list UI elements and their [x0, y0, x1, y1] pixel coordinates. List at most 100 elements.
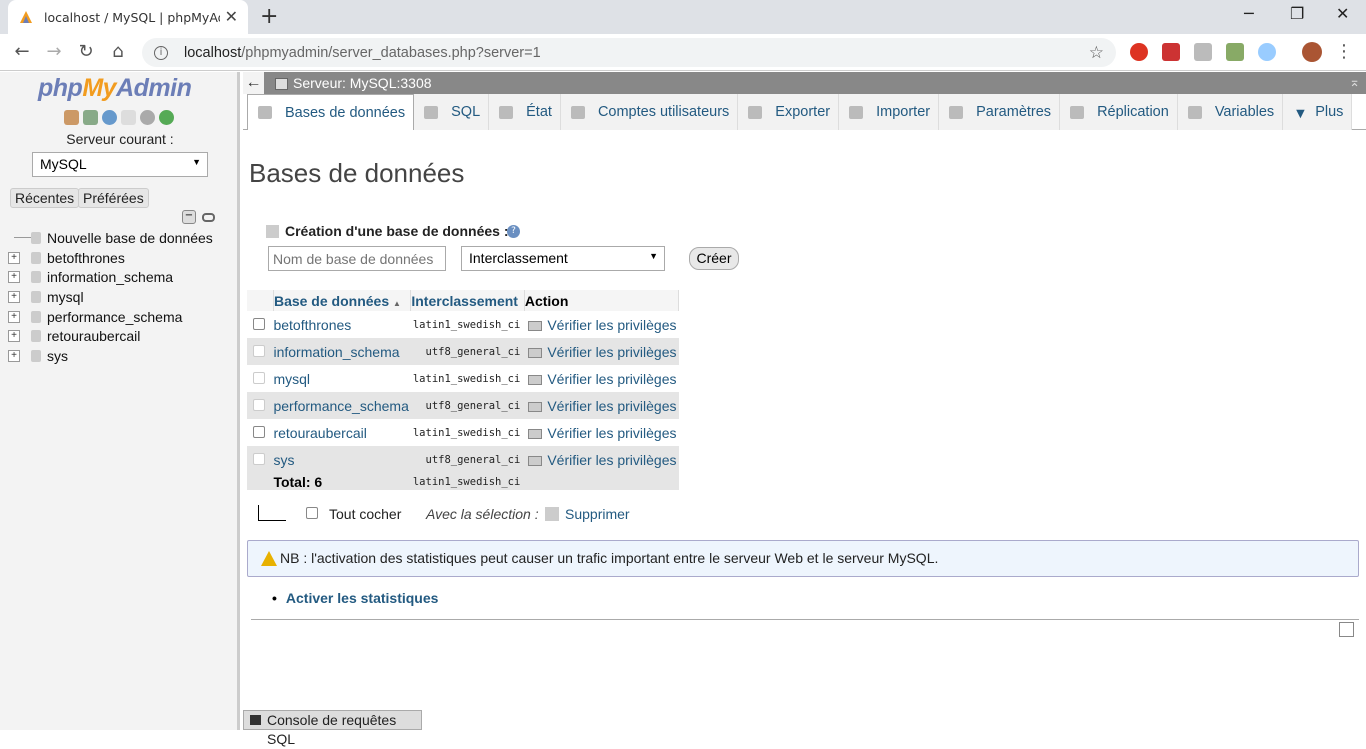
info-extension-icon[interactable] [1258, 43, 1276, 61]
tab-more[interactable]: ▼ Plus [1283, 94, 1353, 130]
column-database[interactable]: Base de données ▲ [273, 290, 412, 311]
close-tab-icon[interactable]: ✕ [225, 9, 238, 25]
tab-databases[interactable]: Bases de données [247, 94, 415, 130]
server-icon [275, 78, 288, 90]
tab-export[interactable]: Exporter [738, 94, 840, 130]
extension-icon[interactable] [1226, 43, 1244, 61]
database-link[interactable]: betofthrones [273, 311, 411, 338]
tree-database-item[interactable]: + information_schema [8, 267, 240, 287]
favorites-button[interactable]: Préférées [78, 188, 149, 208]
expand-icon[interactable]: + [8, 349, 20, 362]
tab-status[interactable]: État [489, 94, 561, 130]
server-breadcrumb-bar: ← Serveur: MySQL:3308 ⌅ [243, 72, 1366, 94]
bookmark-star-icon[interactable]: ☆ [1089, 43, 1104, 63]
expand-icon[interactable]: + [8, 290, 20, 303]
tree-database-item[interactable]: + retouraubercail [8, 326, 240, 346]
help-icon[interactable]: ? [507, 225, 520, 238]
tab-sql[interactable]: SQL [414, 94, 490, 130]
collapse-nav-arrow-icon[interactable]: ← [243, 72, 264, 94]
check-privileges-link[interactable]: Vérifier les privilèges [524, 311, 679, 338]
new-tab-icon[interactable]: + [260, 6, 278, 28]
check-privileges-link[interactable]: Vérifier les privilèges [524, 338, 679, 365]
server-select[interactable]: MySQL ▼ [32, 152, 208, 177]
collation-value: latin1_swedish_ci [410, 419, 525, 446]
profile-avatar[interactable] [1302, 42, 1322, 62]
check-privileges-link[interactable]: Vérifier les privilèges [524, 365, 679, 392]
database-link[interactable]: retouraubercail [273, 419, 411, 446]
collation-select[interactable]: Interclassement ▼ [461, 246, 665, 271]
check-all-checkbox[interactable] [306, 507, 318, 519]
server-breadcrumb[interactable]: Serveur: MySQL:3308 [275, 75, 432, 91]
restore-icon[interactable]: ❐ [1290, 4, 1304, 23]
console-icon [250, 715, 261, 725]
notes-icon[interactable] [1339, 622, 1354, 637]
enable-statistics-link[interactable]: Activer les statistiques [272, 590, 439, 606]
recent-button[interactable]: Récentes [10, 188, 80, 208]
tab-variables[interactable]: Variables [1177, 94, 1284, 130]
replication-icon [1070, 105, 1085, 119]
settings-gear-icon[interactable] [140, 110, 155, 125]
reload-icon[interactable]: ↻ [75, 41, 97, 63]
reload-nav-icon[interactable] [159, 110, 174, 125]
logout-icon[interactable] [83, 110, 98, 125]
pocket-extension-icon[interactable] [1162, 43, 1180, 61]
help-icon[interactable] [102, 110, 117, 125]
site-info-icon[interactable]: i [154, 45, 168, 60]
check-privileges-link[interactable]: Vérifier les privilèges [524, 446, 679, 473]
maximize-icon[interactable]: ⌅ [1349, 74, 1360, 90]
delete-selected-button[interactable]: Supprimer [545, 506, 630, 522]
navigation-panel: phpMyAdmin Serveur courant : MySQL ▼ Réce… [0, 72, 240, 730]
expand-icon[interactable]: + [8, 271, 20, 284]
minimize-icon[interactable]: ─ [1244, 4, 1254, 23]
forward-icon[interactable]: → [43, 41, 65, 63]
tree-new-database[interactable]: Nouvelle base de données [8, 228, 240, 248]
tab-user-accounts[interactable]: Comptes utilisateurs [560, 94, 739, 130]
check-privileges-link[interactable]: Vérifier les privilèges [524, 392, 679, 419]
window-close-icon[interactable]: ✕ [1336, 4, 1349, 23]
opera-extension-icon[interactable] [1130, 43, 1148, 61]
export-icon [748, 105, 763, 119]
expand-icon[interactable]: + [8, 310, 20, 323]
table-row: betofthrones latin1_swedish_ci Vérifier … [247, 311, 679, 338]
home-icon[interactable] [64, 110, 79, 125]
collation-value: utf8_general_ci [410, 392, 525, 419]
browser-tab[interactable]: localhost / MySQL | phpMyAdmin ✕ [8, 0, 248, 34]
expand-icon[interactable]: + [8, 251, 20, 264]
databases-table: Base de données ▲ Interclassement Action… [247, 290, 680, 490]
tree-database-item[interactable]: + mysql [8, 287, 240, 307]
column-collation[interactable]: Interclassement [410, 290, 525, 311]
tab-replication[interactable]: Réplication [1060, 94, 1178, 130]
database-link[interactable]: information_schema [273, 338, 411, 365]
database-name-input[interactable] [268, 246, 446, 271]
browser-tabstrip: localhost / MySQL | phpMyAdmin ✕ + ─ ❐ ✕ [0, 0, 1366, 34]
row-checkbox[interactable] [253, 317, 266, 330]
menu-kebab-icon[interactable]: ⋮ [1333, 41, 1355, 63]
row-checkbox [253, 344, 266, 357]
sql-console-button[interactable]: Console de requêtes SQL [243, 710, 422, 747]
tab-import[interactable]: Importer [839, 94, 940, 130]
arrow-left-top-icon [258, 505, 286, 521]
extension-icon[interactable] [1194, 43, 1212, 61]
home-icon[interactable]: ⌂ [107, 41, 129, 63]
create-button[interactable]: Créer [689, 247, 739, 270]
database-link[interactable]: sys [273, 446, 411, 473]
expand-icon[interactable]: + [8, 330, 20, 343]
link-with-main-icon[interactable] [202, 213, 215, 222]
check-privileges-link[interactable]: Vérifier les privilèges [524, 419, 679, 446]
database-link[interactable]: mysql [273, 365, 411, 392]
phpmyadmin-logo[interactable]: phpMyAdmin [38, 74, 192, 103]
tab-settings[interactable]: Paramètres [939, 94, 1061, 130]
row-checkbox [253, 371, 266, 384]
docs-icon[interactable] [121, 110, 136, 125]
row-checkbox[interactable] [253, 425, 266, 438]
address-bar[interactable]: i localhost/phpmyadmin/server_databases.… [142, 38, 1116, 67]
dropdown-arrow-icon: ▼ [649, 251, 658, 261]
tree-database-item[interactable]: + betofthrones [8, 248, 240, 268]
collapse-all-icon[interactable]: − [182, 210, 196, 224]
tab-title: localhost / MySQL | phpMyAdmin [44, 9, 220, 25]
tree-database-item[interactable]: + sys [8, 346, 240, 366]
back-icon[interactable]: ← [11, 41, 33, 63]
tree-database-item[interactable]: + performance_schema [8, 307, 240, 327]
database-link[interactable]: performance_schema [273, 392, 411, 419]
check-all-label[interactable]: Tout cocher [329, 506, 401, 522]
